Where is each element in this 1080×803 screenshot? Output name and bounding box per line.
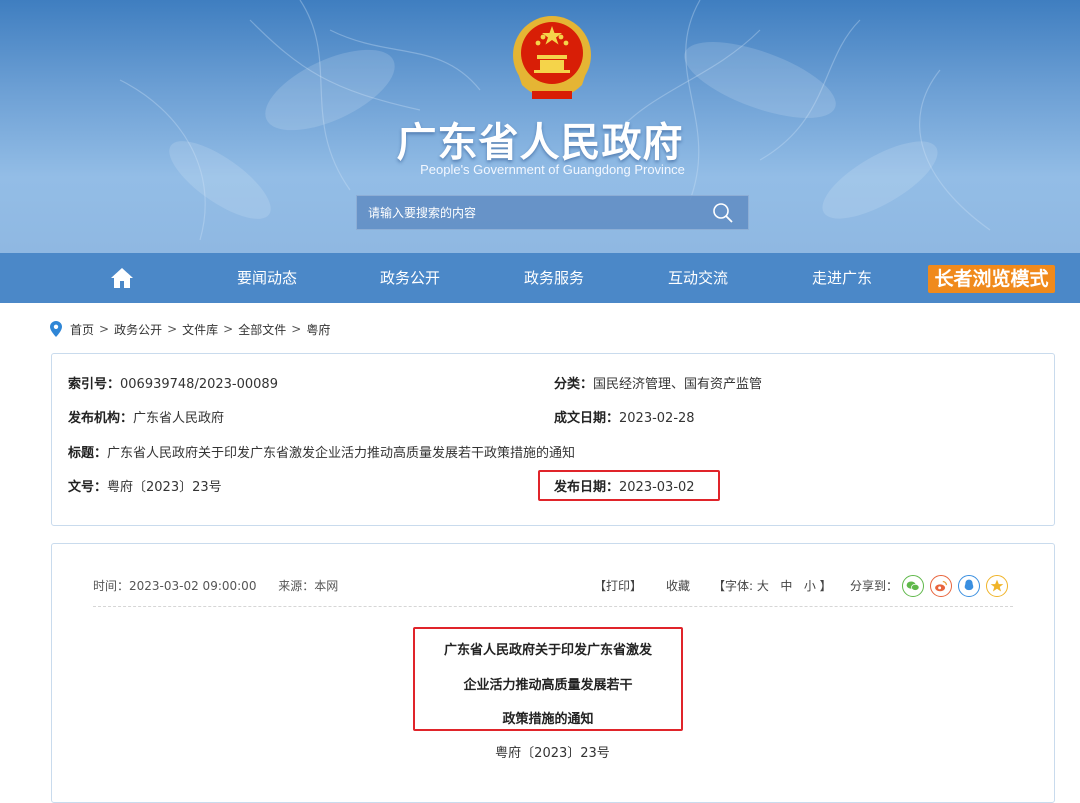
document-title-highlight: 广东省人民政府关于印发广东省激发 企业活力推动高质量发展若干 政策措施的通知 [413,627,683,731]
breadcrumb-all-files[interactable]: 全部文件 [238,321,286,338]
document-number: 粤府〔2023〕23号 [495,746,610,761]
publish-date-highlight [538,470,720,501]
divider [93,606,1013,607]
breadcrumb-separator: > [167,322,178,336]
share-label: 分享到： [850,579,899,593]
nav-item-about[interactable]: 走进广东 [800,253,884,303]
breadcrumb: 首页 > 政务公开 > 文件库 > 全部文件 > 粤府 [50,320,330,338]
meta-category: 分类：国民经济管理、国有资产监管 [554,377,763,392]
article-time: 时间：2023-03-02 09:00:00 [93,579,257,593]
elder-mode-button[interactable]: 长者浏览模式 [928,265,1055,293]
nav-item-services[interactable]: 政务服务 [512,253,596,303]
breadcrumb-separator: > [223,322,234,336]
doc-title-line-3: 政策措施的通知 [502,712,594,727]
weibo-icon[interactable] [930,575,952,597]
national-emblem [513,16,591,99]
font-large-link[interactable]: 大 [757,579,769,593]
qq-icon[interactable] [958,575,980,597]
article-source: 来源：本网 [278,579,339,593]
search-icon[interactable] [712,202,734,224]
font-size-control: 【字体: 大 中 小 】 [713,577,832,594]
nav-item-interaction[interactable]: 互动交流 [656,253,740,303]
font-medium-link[interactable]: 中 [780,579,792,593]
breadcrumb-gov-affairs[interactable]: 政务公开 [114,321,162,338]
site-title: 广东省人民政府 [396,120,684,166]
doc-title-line-1: 广东省人民政府关于印发广东省激发 [443,643,652,658]
share-buttons [902,575,1008,597]
nav-item-gov-affairs[interactable]: 政务公开 [368,253,452,303]
meta-title: 标题：广东省人民政府关于印发广东省激发企业活力推动高质量发展若干政策措施的通知 [68,446,576,461]
wechat-icon[interactable] [902,575,924,597]
font-size-label: 【字体: [713,579,754,593]
breadcrumb-separator: > [291,322,302,336]
header-banner: 广东省人民政府 People's Government of Guangdong… [0,0,1080,253]
qzone-star-icon[interactable] [986,575,1008,597]
site-subtitle: People's Government of Guangdong Provinc… [420,162,685,177]
meta-index: 索引号：006939748/2023-00089 [68,377,278,392]
favorite-link[interactable]: 收藏 [666,577,690,594]
location-pin-icon [50,321,62,337]
breadcrumb-current[interactable]: 粤府 [306,321,330,338]
home-icon[interactable] [110,267,134,289]
main-nav: 要闻动态 政务公开 政务服务 互动交流 走进广东 [0,253,1080,303]
font-small-link[interactable]: 小 [804,579,816,593]
nav-item-news[interactable]: 要闻动态 [225,253,309,303]
font-size-suffix: 】 [819,579,832,593]
print-link[interactable]: 【打印】 [594,577,642,594]
search-box [356,195,749,230]
meta-written-date: 成文日期：2023-02-28 [554,411,695,426]
meta-publisher: 发布机构：广东省人民政府 [68,411,225,426]
search-input[interactable] [357,196,707,229]
breadcrumb-separator: > [99,322,110,336]
article-info: 时间：2023-03-02 09:00:00 来源：本网 [93,577,356,594]
breadcrumb-library[interactable]: 文件库 [182,321,218,338]
meta-doc-number: 文号：粤府〔2023〕23号 [68,480,222,495]
doc-title-line-2: 企业活力推动高质量发展若干 [463,678,633,693]
breadcrumb-home[interactable]: 首页 [70,321,94,338]
